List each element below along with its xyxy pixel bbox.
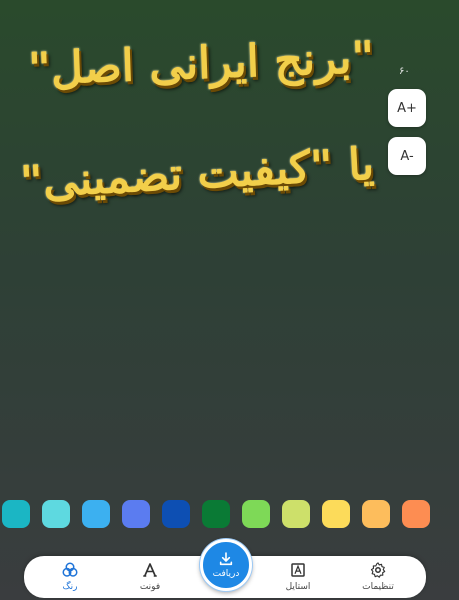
nav-settings[interactable]: تنظیمات xyxy=(348,559,408,595)
palette-circles-icon xyxy=(62,562,78,577)
color-swatch[interactable] xyxy=(242,500,270,528)
download-icon xyxy=(219,552,233,566)
style-box-icon xyxy=(291,563,305,577)
color-swatch[interactable] xyxy=(282,500,310,528)
decrease-font-size-button[interactable]: A- xyxy=(388,137,426,175)
color-swatch[interactable] xyxy=(402,500,430,528)
color-swatch[interactable] xyxy=(362,500,390,528)
nav-font-label: فونت xyxy=(139,582,161,592)
download-button[interactable]: دریافت xyxy=(200,539,252,591)
color-swatch[interactable] xyxy=(162,500,190,528)
color-swatch[interactable] xyxy=(322,500,350,528)
font-letter-a-icon xyxy=(143,563,157,577)
nav-font[interactable]: فونت xyxy=(120,559,180,595)
font-size-value: ۶۰ xyxy=(399,66,410,77)
gear-icon xyxy=(370,562,386,578)
color-swatch[interactable] xyxy=(202,500,230,528)
increase-font-size-button[interactable]: A+ xyxy=(388,89,426,127)
canvas-text-preview[interactable]: "برنج ایرانی اصل" یا "کیفیت تضمینی" xyxy=(19,30,380,230)
canvas-text-line-1: "برنج ایرانی اصل" xyxy=(26,31,375,96)
nav-settings-label: تنظیمات xyxy=(362,582,394,592)
download-label: دریافت xyxy=(212,569,240,579)
nav-color-label: رنگ xyxy=(62,582,78,592)
color-swatch[interactable] xyxy=(82,500,110,528)
color-swatch[interactable] xyxy=(2,500,30,528)
canvas-text-line-2: یا "کیفیت تضمینی" xyxy=(18,138,376,209)
color-swatch[interactable] xyxy=(122,500,150,528)
color-palette xyxy=(0,500,459,528)
nav-style-label: استایل xyxy=(285,582,311,592)
nav-style[interactable]: استایل xyxy=(268,559,328,595)
color-swatch[interactable] xyxy=(42,500,70,528)
nav-color[interactable]: رنگ xyxy=(40,559,100,595)
